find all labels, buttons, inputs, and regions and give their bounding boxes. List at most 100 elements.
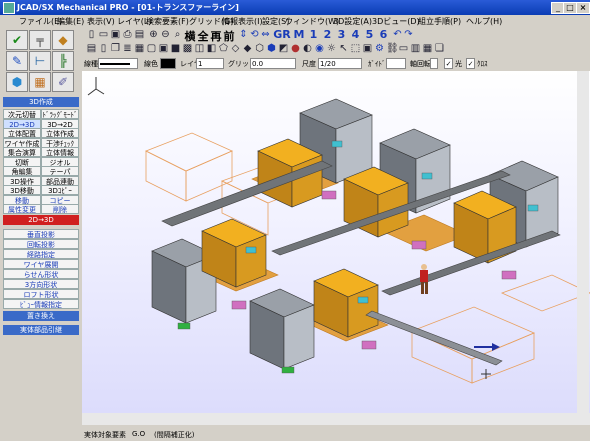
doc-icon[interactable]: ▯	[98, 43, 109, 55]
palette-command-button[interactable]: 3Dｺﾋﾟｰ	[41, 185, 79, 195]
shade-icon[interactable]: ◐	[302, 43, 313, 55]
section-icon[interactable]: ◩	[278, 43, 289, 55]
palette-shape-command[interactable]: 経路指定	[3, 249, 79, 259]
pan-arrow-icon[interactable]: ⇕	[238, 29, 249, 41]
line-type-select[interactable]	[98, 58, 138, 69]
solid-tool-icon[interactable]: ⬢	[6, 72, 28, 92]
window-icon[interactable]: ▭	[398, 43, 409, 55]
palette-command-button[interactable]: 立体情報	[41, 147, 79, 157]
parts-reference-button[interactable]: 実体部品引継	[3, 325, 79, 335]
menu-file[interactable]: ファイル(E)	[19, 16, 62, 27]
convert-2d-3d-button[interactable]: 2D→3D	[3, 215, 79, 225]
menu-search[interactable]: 検索要素(F)	[146, 16, 189, 27]
cube-icon[interactable]: ◫	[194, 43, 205, 55]
frame-icon[interactable]: ▢	[146, 43, 157, 55]
layer-icon[interactable]: ▤	[86, 43, 97, 55]
wire-icon[interactable]: ⬡	[254, 43, 265, 55]
maximize-button[interactable]: □	[563, 2, 577, 14]
zoom-out-icon[interactable]: ⊖	[160, 29, 171, 41]
select-box-icon[interactable]: ⬚	[350, 43, 361, 55]
close-button[interactable]: ×	[576, 2, 590, 14]
view-6-button[interactable]: 6	[378, 28, 389, 41]
palette-command-button[interactable]: ジオル	[41, 156, 79, 167]
palette-command-button[interactable]: 切断	[3, 156, 41, 167]
check-tool-icon[interactable]: ✔	[6, 30, 28, 50]
zoom-window-icon[interactable]: ⌕	[172, 29, 183, 41]
redraw-button[interactable]: 再	[210, 28, 222, 44]
grid-icon[interactable]: ▩	[182, 43, 193, 55]
rotate-icon[interactable]: ⟲	[249, 29, 260, 41]
pointer-icon[interactable]: ↖	[338, 43, 349, 55]
layer-select[interactable]: 1	[196, 58, 224, 69]
measure-tool-icon[interactable]: ⊢	[29, 51, 51, 71]
parts-tool-icon[interactable]: ▦	[29, 72, 51, 92]
menu-help[interactable]: ヘルプ(H)	[466, 16, 502, 27]
view-1-button[interactable]: 1	[308, 28, 319, 41]
palette-command-button[interactable]: 3D移動	[3, 185, 41, 195]
prism-icon[interactable]: ⬠	[218, 43, 229, 55]
horizontal-scrollbar[interactable]	[82, 413, 590, 425]
print-icon[interactable]: ⎙	[122, 29, 133, 41]
palette-command-button[interactable]: 3D操作	[3, 175, 41, 186]
line-color-select[interactable]	[160, 58, 176, 69]
select-cross-icon[interactable]: ▣	[362, 43, 373, 55]
view-all-button[interactable]: 全	[197, 28, 209, 44]
eraser-tool-icon[interactable]: ◆	[52, 30, 74, 50]
color-icon[interactable]: ●	[290, 43, 301, 55]
palette-command-button[interactable]: 3D→2D	[41, 118, 79, 129]
palette-command-button[interactable]: 干渉ﾁｪｯｸ	[41, 137, 79, 148]
surface-icon[interactable]: ◆	[242, 43, 253, 55]
palette-command-button[interactable]: ワイヤ作成	[3, 137, 41, 148]
cascade-icon[interactable]: ❏	[434, 43, 445, 55]
table-icon[interactable]: ▦	[134, 43, 145, 55]
view-horizontal-button[interactable]: 横	[184, 28, 196, 44]
tile-icon[interactable]: ▦	[422, 43, 433, 55]
palette-command-button[interactable]: 部品連動	[41, 175, 79, 186]
palette-command-button[interactable]: 次元切替	[3, 109, 41, 119]
replace-button[interactable]: 置き換え	[3, 311, 79, 321]
render-icon[interactable]: ◉	[314, 43, 325, 55]
menu-3d-view[interactable]: 3Dビュー(D)	[372, 16, 420, 27]
palette-shape-command[interactable]: 3方向形状	[3, 279, 79, 289]
view-5-button[interactable]: 5	[364, 28, 375, 41]
axis-rotate-select[interactable]	[430, 58, 438, 69]
palette-shape-command[interactable]: ロフト形状	[3, 289, 79, 299]
copy-icon[interactable]: ❐	[110, 43, 121, 55]
palette-command-button[interactable]: 2D→3D	[3, 118, 41, 129]
redo-icon[interactable]: ↷	[403, 29, 414, 41]
3d-viewport[interactable]	[82, 71, 590, 413]
link-icon[interactable]: ⛓	[386, 43, 399, 55]
zoom-in-icon[interactable]: ⊕	[148, 29, 159, 41]
palette-shape-command[interactable]: ワイヤ展開	[3, 259, 79, 269]
move-arrow-icon[interactable]: ⇔	[260, 29, 271, 41]
view-2-button[interactable]: 2	[322, 28, 333, 41]
pitch-field[interactable]	[386, 58, 406, 69]
palette-command-button[interactable]: 移動	[3, 194, 41, 205]
plane-icon[interactable]: ◇	[230, 43, 241, 55]
open-file-icon[interactable]: ▭	[98, 29, 109, 41]
palette-command-button[interactable]: 立体作成	[41, 128, 79, 138]
menu-3d-settings[interactable]: 3D設定(A)	[333, 16, 372, 27]
menu-assembly[interactable]: 組立手順(P)	[418, 16, 461, 27]
palette-command-button[interactable]: 立体配置	[3, 128, 41, 138]
palette-command-button[interactable]: ﾄﾞﾗｯｸﾞﾓｰﾄﾞ	[41, 109, 79, 119]
palette-command-button[interactable]: 属性変更	[3, 204, 41, 214]
undo-icon[interactable]: ↶	[392, 29, 403, 41]
menu-edit[interactable]: 編集(E)	[57, 16, 84, 27]
palette-command-button[interactable]: 角編集	[3, 166, 41, 176]
palette-shape-command[interactable]: らせん形状	[3, 269, 79, 279]
view-4-button[interactable]: 4	[350, 28, 361, 41]
palette-command-button[interactable]: コピー	[41, 194, 79, 205]
preview-icon[interactable]: ▤	[134, 29, 145, 41]
m-button[interactable]: M	[293, 28, 305, 41]
shadow-checkbox[interactable]: ✓	[466, 58, 475, 69]
panel-icon[interactable]: ▣	[158, 43, 169, 55]
assembly-icon[interactable]: ⚙	[374, 43, 385, 55]
view-3-button[interactable]: 3	[336, 28, 347, 41]
tree-tool-icon[interactable]: ╠	[52, 51, 74, 71]
clamp-tool-icon[interactable]: ╤	[29, 30, 51, 50]
palette-shape-command[interactable]: 回転投影	[3, 239, 79, 249]
list-icon[interactable]: ≣	[122, 43, 133, 55]
palette-shape-command[interactable]: 垂直投影	[3, 229, 79, 239]
grid-select[interactable]: 0.0	[250, 58, 296, 69]
